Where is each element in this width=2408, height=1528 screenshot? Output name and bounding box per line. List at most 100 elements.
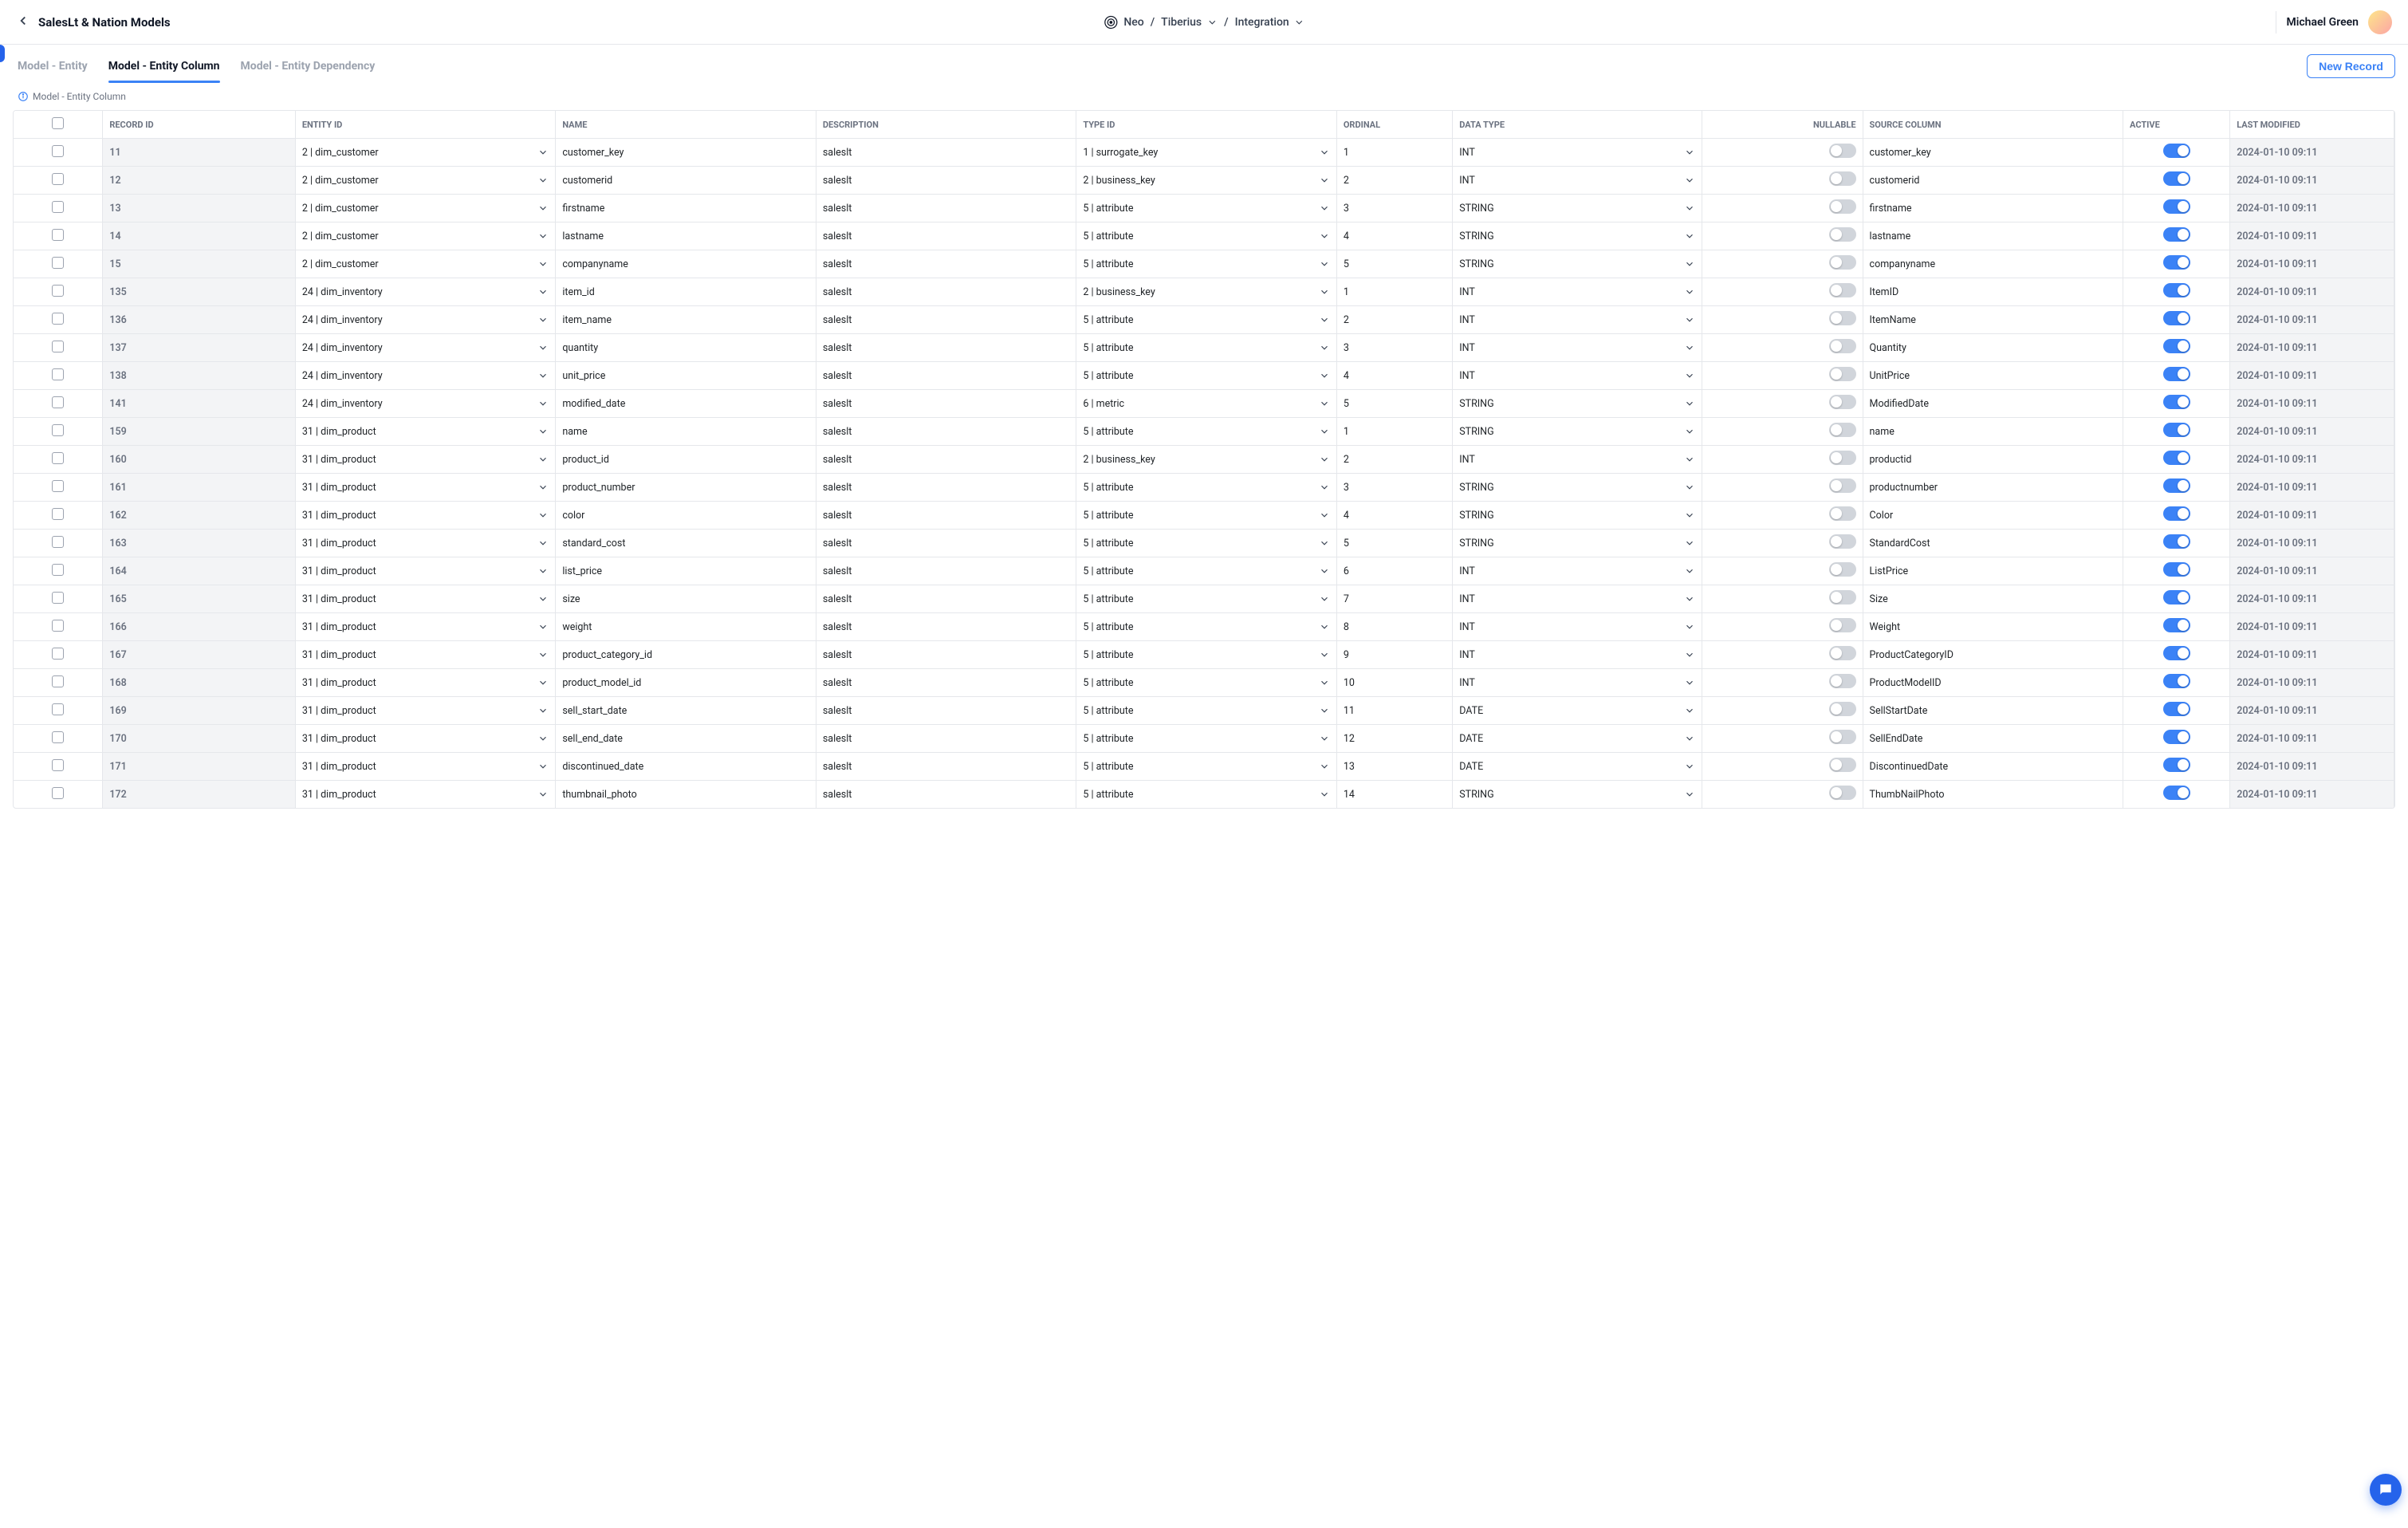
chevron-down-icon[interactable] — [1684, 398, 1695, 409]
chevron-down-icon[interactable] — [537, 342, 549, 353]
chevron-down-icon[interactable] — [1319, 677, 1330, 688]
column-header[interactable]: ORDINAL — [1336, 111, 1452, 139]
tab-2[interactable]: Model - Entity Dependency — [241, 45, 376, 88]
data-type-cell[interactable]: STRING — [1453, 502, 1702, 530]
chevron-down-icon[interactable] — [1319, 426, 1330, 437]
entity-id-cell[interactable]: 2 | dim_customer — [295, 250, 556, 278]
type-id-cell[interactable]: 5 | attribute — [1076, 306, 1337, 334]
chevron-down-icon[interactable] — [537, 258, 549, 270]
column-header[interactable]: NAME — [556, 111, 816, 139]
name-cell[interactable]: lastname — [556, 223, 816, 250]
toggle[interactable] — [2163, 786, 2190, 800]
description-cell[interactable]: saleslt — [816, 223, 1076, 250]
chevron-down-icon[interactable] — [1319, 593, 1330, 605]
source-column-cell[interactable]: ModifiedDate — [1863, 390, 2123, 418]
data-type-cell[interactable]: DATE — [1453, 697, 1702, 725]
chevron-down-icon[interactable] — [1684, 565, 1695, 577]
chevron-down-icon[interactable] — [537, 426, 549, 437]
source-column-cell[interactable]: Color — [1863, 502, 2123, 530]
column-header[interactable]: ACTIVE — [2123, 111, 2230, 139]
record-id-cell[interactable]: 137 — [103, 334, 296, 362]
type-id-cell[interactable]: 6 | metric — [1076, 390, 1337, 418]
record-id-cell[interactable]: 160 — [103, 446, 296, 474]
chevron-down-icon[interactable] — [537, 649, 549, 660]
name-cell[interactable]: customer_key — [556, 139, 816, 167]
chevron-down-icon[interactable] — [537, 482, 549, 493]
chevron-down-icon[interactable] — [537, 230, 549, 242]
name-cell[interactable]: customerid — [556, 167, 816, 195]
row-checkbox[interactable] — [52, 564, 64, 576]
type-id-cell[interactable]: 5 | attribute — [1076, 641, 1337, 669]
toggle[interactable] — [1829, 618, 1856, 632]
type-id-cell[interactable]: 5 | attribute — [1076, 725, 1337, 753]
entity-id-cell[interactable]: 2 | dim_customer — [295, 195, 556, 223]
toggle[interactable] — [2163, 506, 2190, 521]
chevron-down-icon[interactable] — [1684, 175, 1695, 186]
tab-0[interactable]: Model - Entity — [18, 45, 88, 88]
entity-id-cell[interactable]: 24 | dim_inventory — [295, 306, 556, 334]
data-type-cell[interactable]: INT — [1453, 362, 1702, 390]
toggle[interactable] — [2163, 311, 2190, 325]
entity-id-cell[interactable]: 31 | dim_product — [295, 585, 556, 613]
column-header[interactable]: ENTITY ID — [295, 111, 556, 139]
chevron-down-icon[interactable] — [1319, 230, 1330, 242]
name-cell[interactable]: product_category_id — [556, 641, 816, 669]
data-type-cell[interactable]: STRING — [1453, 250, 1702, 278]
source-column-cell[interactable]: productid — [1863, 446, 2123, 474]
chevron-down-icon[interactable] — [1684, 426, 1695, 437]
description-cell[interactable]: saleslt — [816, 139, 1076, 167]
source-column-cell[interactable]: SellStartDate — [1863, 697, 2123, 725]
data-type-cell[interactable]: INT — [1453, 669, 1702, 697]
chevron-down-icon[interactable] — [537, 175, 549, 186]
name-cell[interactable]: list_price — [556, 557, 816, 585]
chevron-down-icon[interactable] — [1319, 789, 1330, 800]
chevron-down-icon[interactable] — [1684, 314, 1695, 325]
type-id-cell[interactable]: 5 | attribute — [1076, 613, 1337, 641]
chat-fab[interactable] — [2370, 1474, 2402, 1506]
description-cell[interactable]: saleslt — [816, 167, 1076, 195]
chevron-down-icon[interactable] — [537, 398, 549, 409]
toggle[interactable] — [1829, 758, 1856, 772]
chevron-down-icon[interactable] — [537, 314, 549, 325]
chevron-down-icon[interactable] — [1319, 342, 1330, 353]
toggle[interactable] — [2163, 144, 2190, 158]
entity-id-cell[interactable]: 24 | dim_inventory — [295, 390, 556, 418]
chevron-down-icon[interactable] — [1684, 705, 1695, 716]
record-id-cell[interactable]: 166 — [103, 613, 296, 641]
toggle[interactable] — [2163, 423, 2190, 437]
data-type-cell[interactable]: DATE — [1453, 753, 1702, 781]
data-type-cell[interactable]: INT — [1453, 557, 1702, 585]
source-column-cell[interactable]: Size — [1863, 585, 2123, 613]
ordinal-cell[interactable]: 1 — [1336, 278, 1452, 306]
name-cell[interactable]: discontinued_date — [556, 753, 816, 781]
type-id-cell[interactable]: 5 | attribute — [1076, 418, 1337, 446]
row-checkbox[interactable] — [52, 285, 64, 297]
source-column-cell[interactable]: firstname — [1863, 195, 2123, 223]
description-cell[interactable]: saleslt — [816, 585, 1076, 613]
chevron-down-icon[interactable] — [1319, 621, 1330, 632]
type-id-cell[interactable]: 5 | attribute — [1076, 362, 1337, 390]
data-type-cell[interactable]: INT — [1453, 139, 1702, 167]
chevron-down-icon[interactable] — [1684, 147, 1695, 158]
ordinal-cell[interactable]: 3 — [1336, 334, 1452, 362]
source-column-cell[interactable]: ThumbNailPhoto — [1863, 781, 2123, 809]
chevron-down-icon[interactable] — [1684, 789, 1695, 800]
chevron-down-icon[interactable] — [1684, 538, 1695, 549]
data-type-cell[interactable]: INT — [1453, 613, 1702, 641]
entity-id-cell[interactable]: 2 | dim_customer — [295, 139, 556, 167]
type-id-cell[interactable]: 2 | business_key — [1076, 278, 1337, 306]
row-checkbox[interactable] — [52, 313, 64, 325]
name-cell[interactable]: product_model_id — [556, 669, 816, 697]
description-cell[interactable]: saleslt — [816, 362, 1076, 390]
chevron-down-icon[interactable] — [1684, 203, 1695, 214]
avatar[interactable] — [2368, 10, 2392, 34]
row-checkbox[interactable] — [52, 229, 64, 241]
ordinal-cell[interactable]: 5 — [1336, 390, 1452, 418]
chevron-down-icon[interactable] — [1319, 705, 1330, 716]
toggle[interactable] — [1829, 786, 1856, 800]
entity-id-cell[interactable]: 31 | dim_product — [295, 474, 556, 502]
type-id-cell[interactable]: 5 | attribute — [1076, 223, 1337, 250]
chevron-down-icon[interactable] — [1319, 482, 1330, 493]
name-cell[interactable]: modified_date — [556, 390, 816, 418]
source-column-cell[interactable]: lastname — [1863, 223, 2123, 250]
